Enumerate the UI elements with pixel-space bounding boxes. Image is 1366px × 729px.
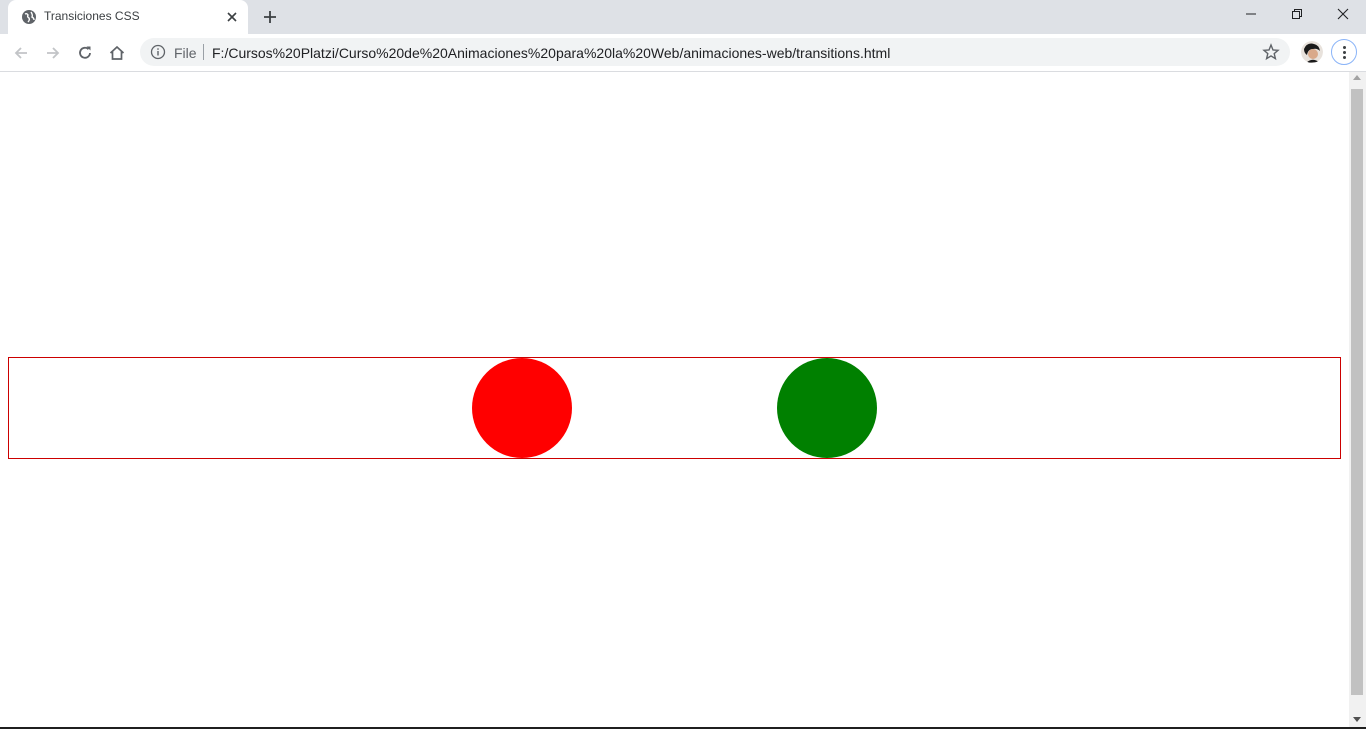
minimize-icon xyxy=(1246,13,1256,15)
back-button[interactable] xyxy=(9,41,33,65)
browser-tab-strip: Transiciones CSS xyxy=(0,0,1366,34)
green-ball xyxy=(777,358,877,458)
url-text[interactable]: F:/Cursos%20Platzi/Curso%20de%20Animacio… xyxy=(212,45,890,61)
restore-button[interactable] xyxy=(1274,0,1320,30)
browser-toolbar: File F:/Cursos%20Platzi/Curso%20de%20Ani… xyxy=(0,34,1366,72)
reload-button[interactable] xyxy=(73,41,97,65)
scrollbar-thumb[interactable] xyxy=(1351,89,1363,695)
globe-icon xyxy=(21,9,37,25)
reload-icon xyxy=(79,46,91,59)
info-icon[interactable] xyxy=(150,44,166,60)
tab-transiciones-css[interactable]: Transiciones CSS xyxy=(8,0,248,34)
home-button[interactable] xyxy=(105,41,129,65)
address-bar[interactable]: File F:/Cursos%20Platzi/Curso%20de%20Ani… xyxy=(140,38,1290,66)
omnibox-separator xyxy=(203,44,204,60)
close-icon xyxy=(1337,8,1349,20)
close-window-button[interactable] xyxy=(1320,0,1366,30)
scroll-down-arrow-icon[interactable] xyxy=(1353,717,1361,722)
red-ball xyxy=(472,358,572,458)
scheme-label: File xyxy=(174,45,197,61)
page-viewport xyxy=(0,72,1349,728)
home-icon xyxy=(109,45,125,60)
star-icon[interactable] xyxy=(1262,43,1280,61)
new-tab-button[interactable] xyxy=(260,7,280,27)
forward-arrow-icon xyxy=(47,47,60,59)
kebab-menu-icon[interactable] xyxy=(1331,39,1357,65)
tab-title: Transiciones CSS xyxy=(44,9,140,23)
back-arrow-icon xyxy=(14,47,27,59)
forward-button[interactable] xyxy=(41,41,65,65)
avatar[interactable] xyxy=(1301,41,1323,63)
plus-icon xyxy=(264,11,276,23)
vertical-scrollbar[interactable] xyxy=(1349,72,1366,728)
transition-container xyxy=(8,357,1341,459)
tab-close-icon[interactable] xyxy=(224,9,240,25)
minimize-button[interactable] xyxy=(1228,0,1274,30)
restore-icon xyxy=(1292,9,1302,19)
scroll-up-arrow-icon[interactable] xyxy=(1353,75,1361,80)
